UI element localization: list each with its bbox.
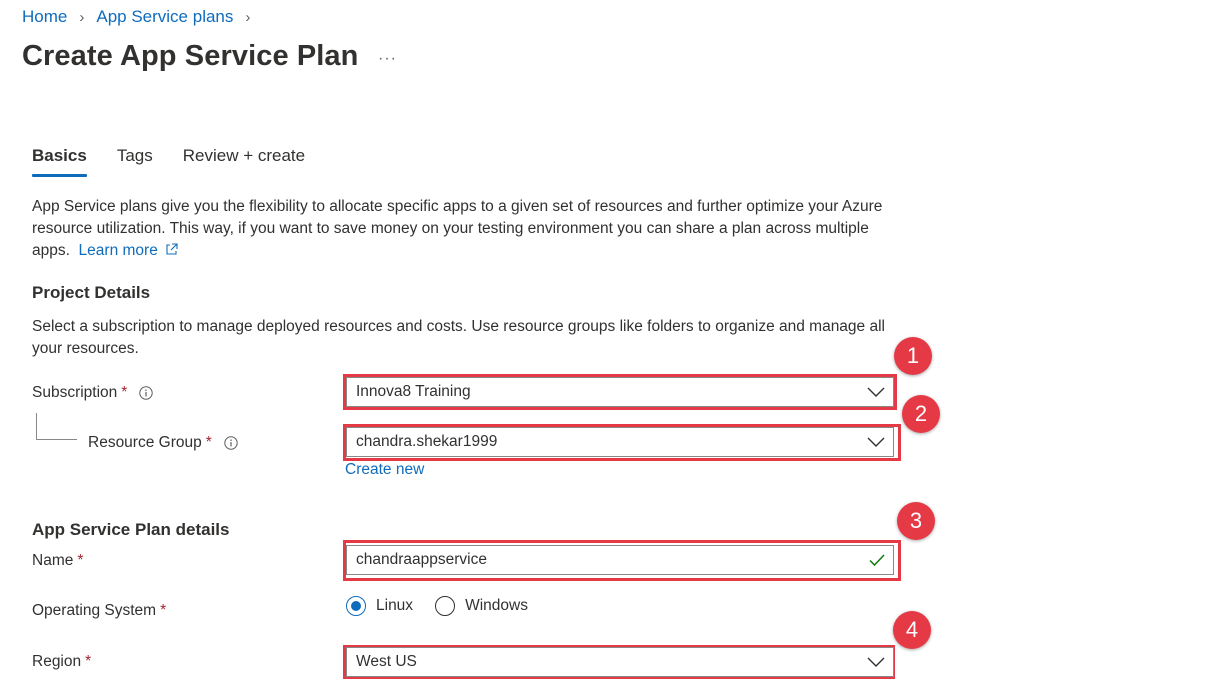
info-icon[interactable]: [224, 436, 238, 450]
operating-system-label: Operating System *: [32, 602, 167, 619]
external-link-icon: [166, 243, 178, 255]
tab-tags[interactable]: Tags: [117, 146, 153, 174]
radio-windows[interactable]: [435, 596, 456, 616]
breadcrumb: Home › App Service plans ›: [22, 7, 262, 27]
info-icon[interactable]: [139, 386, 154, 400]
project-details-description: Select a subscription to manage deployed…: [32, 318, 885, 357]
tab-basics[interactable]: Basics: [32, 146, 87, 177]
create-new-resource-group-link[interactable]: Create new: [345, 461, 424, 479]
subscription-label: Subscription *: [32, 384, 154, 402]
tree-connector-line: [36, 413, 77, 440]
radio-linux-label[interactable]: Linux: [376, 597, 413, 615]
checkmark-icon: [869, 554, 885, 567]
resource-group-dropdown[interactable]: chandra.shekar1999: [346, 427, 894, 457]
required-asterisk: *: [160, 602, 167, 619]
annotation-badge-1: 1: [894, 337, 932, 375]
region-dropdown[interactable]: West US: [346, 647, 894, 677]
breadcrumb-home-link[interactable]: Home: [22, 7, 67, 27]
required-asterisk: *: [85, 653, 92, 670]
intro-text: App Service plans give you the flexibili…: [32, 196, 912, 262]
learn-more-link[interactable]: Learn more: [79, 242, 179, 259]
more-options-icon[interactable]: ···: [378, 50, 397, 68]
resource-group-label: Resource Group *: [88, 434, 238, 452]
radio-linux[interactable]: [346, 596, 366, 616]
region-label: Region *: [32, 653, 92, 670]
plan-details-title: App Service Plan details: [32, 520, 230, 539]
annotation-badge-2: 2: [902, 395, 940, 433]
required-asterisk: *: [205, 434, 212, 451]
subscription-dropdown[interactable]: Innova8 Training: [346, 377, 894, 407]
radio-windows-label[interactable]: Windows: [465, 597, 528, 615]
tab-bar: Basics Tags Review + create: [32, 146, 335, 177]
radio-selected-dot: [351, 601, 361, 611]
name-input[interactable]: chandraappservice: [346, 545, 894, 575]
annotation-badge-3: 3: [897, 502, 935, 540]
breadcrumb-app-service-plans-link[interactable]: App Service plans: [96, 7, 233, 27]
operating-system-radio-group: Linux Windows: [346, 596, 528, 616]
chevron-down-icon: [867, 387, 885, 397]
name-label: Name *: [32, 552, 84, 569]
chevron-right-icon: ›: [79, 8, 85, 26]
tab-review-create[interactable]: Review + create: [183, 146, 305, 174]
page-title: Create App Service Plan: [22, 40, 359, 72]
chevron-down-icon: [867, 657, 885, 667]
chevron-right-icon: ›: [245, 8, 251, 26]
project-details-title: Project Details: [32, 283, 151, 302]
required-asterisk: *: [121, 384, 128, 401]
annotation-badge-4: 4: [893, 611, 931, 649]
required-asterisk: *: [77, 552, 84, 569]
chevron-down-icon: [867, 437, 885, 447]
